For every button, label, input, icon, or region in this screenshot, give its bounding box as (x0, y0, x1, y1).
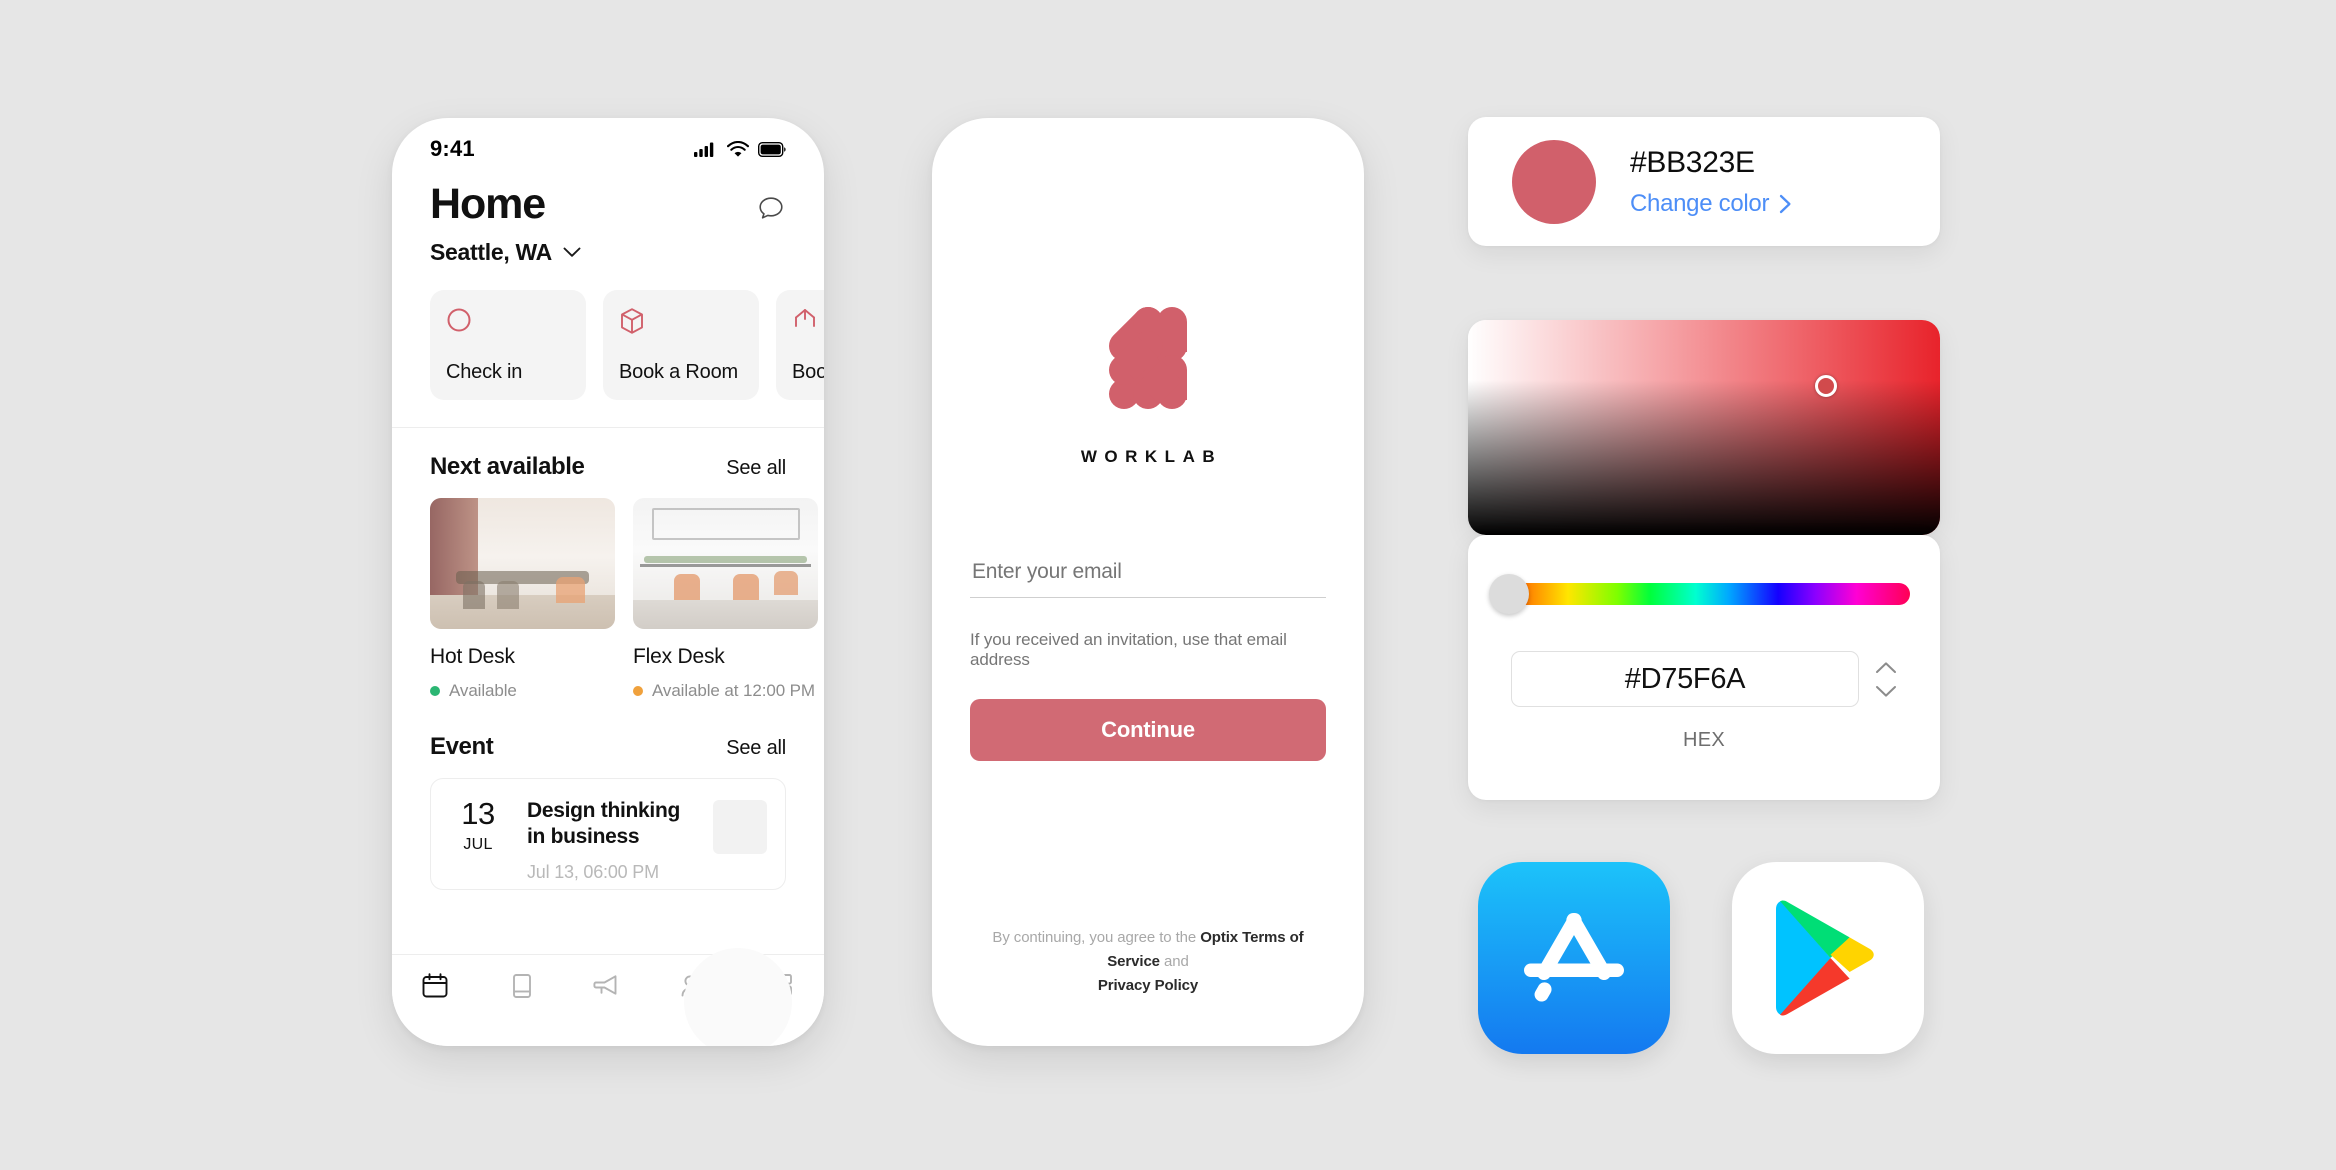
color-swatch-preview (1512, 139, 1596, 224)
signal-bars-icon (694, 142, 714, 157)
event-header: Event See all (392, 701, 824, 761)
brand-lockup: WORKLAB (970, 300, 1326, 467)
hex-input-row (1468, 651, 1940, 707)
event-date: 13 JUL (449, 798, 507, 854)
quick-actions-row: Check in Book a Room Boo (392, 266, 824, 400)
space-name: Hot Desk (430, 645, 515, 668)
quick-action-label: Book a Room (619, 361, 738, 383)
google-play-glyph (1776, 900, 1874, 1016)
legal-brand: Optix (1200, 929, 1239, 946)
worklab-logo-icon (1092, 300, 1204, 417)
location-label: Seattle, WA (430, 239, 552, 265)
legal-prefix: By continuing, you agree to the (992, 929, 1201, 946)
status-label: Available (449, 681, 517, 700)
swatch-info: #BB323E Change color (1630, 146, 1792, 218)
hue-slider[interactable] (1468, 535, 1940, 614)
swatch-hex-value: #BB323E (1630, 145, 1755, 179)
tab-book[interactable] (478, 971, 564, 1001)
quick-action-book-a-room[interactable]: Book a Room (603, 290, 759, 400)
tab-announcements[interactable] (565, 971, 651, 1001)
next-available-header: Next available See all (392, 428, 824, 481)
canvas: 9:41 Home Seattle, WA Check in Book a Ro… (0, 0, 2336, 1170)
desk-icon (792, 307, 824, 340)
calendar-icon (422, 973, 448, 998)
legal-text: By continuing, you agree to the Optix Te… (970, 926, 1326, 998)
home-header: Home (392, 172, 824, 229)
event-month: JUL (463, 836, 493, 853)
quick-action-check-in[interactable]: Check in (430, 290, 586, 400)
quick-action-book-a-desk[interactable]: Book a Desk (776, 290, 824, 400)
sv-picker-handle[interactable] (1815, 375, 1837, 397)
space-status: Available at 12:00 PM (633, 681, 818, 701)
status-bar: 9:41 (392, 118, 824, 172)
book-icon (512, 974, 531, 998)
battery-icon (758, 141, 786, 157)
section-title: Event (430, 733, 494, 760)
continue-button[interactable]: Continue (970, 699, 1326, 761)
page-title: Home (430, 180, 546, 228)
wifi-icon (727, 141, 749, 157)
chat-bubble-icon[interactable] (756, 194, 786, 229)
space-photo (633, 498, 818, 629)
bottom-tab-bar (392, 948, 824, 1046)
chevron-down-icon (563, 247, 581, 257)
event-thumbnail (713, 800, 767, 854)
change-color-link[interactable]: Change color (1630, 190, 1792, 218)
privacy-policy-link[interactable]: Privacy Policy (1098, 977, 1198, 994)
status-time: 9:41 (430, 136, 475, 161)
quick-action-label: Check in (446, 361, 523, 383)
hue-slider-handle[interactable] (1489, 574, 1529, 614)
quick-action-label: Book a Desk (792, 361, 824, 383)
status-dot (430, 686, 440, 696)
chevron-up-icon[interactable] (1875, 661, 1897, 674)
space-name: Flex Desk (633, 645, 725, 668)
megaphone-icon (593, 975, 617, 995)
hex-stepper (1875, 661, 1897, 698)
section-title: Next available (430, 453, 585, 480)
legal-and: and (1159, 953, 1189, 970)
cube-icon (619, 307, 743, 340)
space-photo (430, 498, 615, 629)
status-dot (633, 686, 643, 696)
home-indicator-blob (684, 948, 792, 1046)
event-body: Design thinking in business Jul 13, 06:0… (527, 798, 693, 883)
chevron-right-icon (1780, 194, 1791, 213)
email-input[interactable] (970, 560, 1326, 598)
chevron-down-icon[interactable] (1875, 685, 1897, 698)
event-day: 13 (461, 796, 495, 831)
space-card-row: Hot Desk Available Flex Desk Available a… (392, 481, 824, 701)
home-phone-mockup: 9:41 Home Seattle, WA Check in Book a Ro… (392, 118, 824, 1046)
app-store-glyph (1524, 913, 1624, 1002)
space-status: Available (430, 681, 615, 701)
hex-format-label: HEX (1682, 729, 1726, 751)
space-card[interactable]: Flex Desk Available at 12:00 PM (633, 498, 818, 701)
circle-icon (446, 307, 570, 338)
event-datetime: Jul 13, 06:00 PM (527, 862, 659, 883)
status-label: Available at 12:00 PM (652, 681, 815, 700)
color-swatch-card: #BB323E Change color (1468, 117, 1940, 246)
tab-calendar[interactable] (392, 971, 478, 1001)
event-title: Design thinking in business (527, 799, 681, 848)
status-indicators (694, 141, 786, 157)
hue-track[interactable] (1498, 583, 1910, 605)
login-phone-mockup: WORKLAB If you received an invitation, u… (932, 118, 1364, 1046)
saturation-value-picker[interactable] (1468, 320, 1940, 535)
see-all-next-available[interactable]: See all (726, 457, 786, 480)
hue-and-hex-card: HEX (1468, 535, 1940, 800)
email-hint: If you received an invitation, use that … (970, 630, 1287, 669)
google-play-icon[interactable] (1732, 862, 1924, 1054)
app-store-icon[interactable] (1478, 862, 1670, 1054)
change-color-label: Change color (1630, 189, 1770, 217)
space-card[interactable]: Hot Desk Available (430, 498, 615, 701)
location-selector[interactable]: Seattle, WA (392, 229, 824, 266)
sv-gradient[interactable] (1468, 320, 1940, 535)
see-all-events[interactable]: See all (726, 737, 786, 760)
brand-wordmark: WORKLAB (1080, 447, 1223, 466)
event-list-item[interactable]: 13 JUL Design thinking in business Jul 1… (430, 778, 786, 890)
hex-input[interactable] (1511, 651, 1859, 707)
